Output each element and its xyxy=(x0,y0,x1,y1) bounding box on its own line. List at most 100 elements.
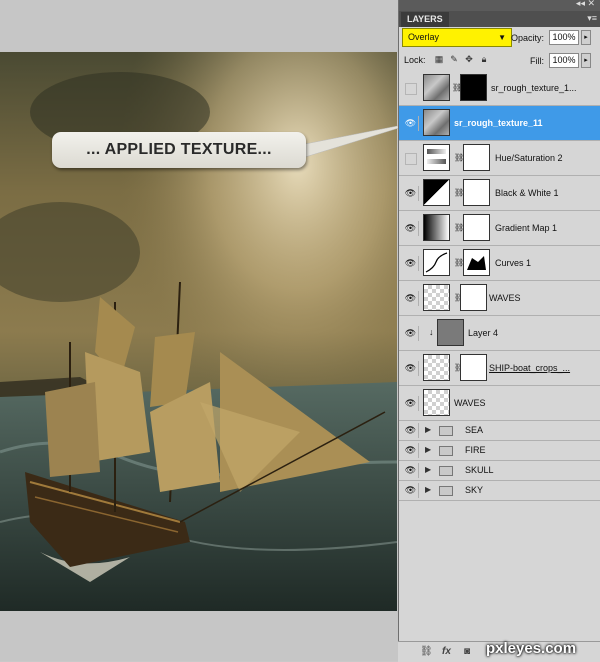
layer-row[interactable]: ⛓︎ Hue/Saturation 2 xyxy=(399,141,600,176)
layer-thumbnail xyxy=(423,74,450,101)
layer-mask-thumbnail[interactable] xyxy=(460,284,487,311)
layer-row[interactable]: 👁︎ ⛓︎ Black & White 1 xyxy=(399,176,600,211)
layer-mask-thumbnail[interactable] xyxy=(460,354,487,381)
lock-row: Lock: ▦ ✎ ✥ 🔒︎ Fill: 100% ▸ xyxy=(399,51,600,69)
layer-mask-thumbnail[interactable] xyxy=(463,179,490,206)
visibility-toggle[interactable] xyxy=(405,153,417,165)
layer-row[interactable]: 👁︎ ⛓︎ WAVES xyxy=(399,281,600,316)
folder-icon xyxy=(439,486,453,496)
blend-mode-value: Overlay xyxy=(408,32,440,42)
layer-name: Gradient Map 1 xyxy=(495,223,558,233)
folder-icon xyxy=(439,466,453,476)
hue-saturation-icon xyxy=(423,144,450,171)
annotation-callout: ... APPLIED TEXTURE... xyxy=(52,132,306,168)
layer-row[interactable]: ⛓︎ sr_rough_texture_1... xyxy=(399,71,600,106)
eye-icon[interactable]: 👁︎ xyxy=(403,423,419,438)
lock-position-icon[interactable]: ✥ xyxy=(464,54,474,64)
group-name: SEA xyxy=(465,425,484,435)
fill-slider-button[interactable]: ▸ xyxy=(581,53,591,68)
layer-list: ⛓︎ sr_rough_texture_1... 👁︎ sr_rough_tex… xyxy=(399,71,600,501)
layers-panel: ◂◂ ✕ LAYERS ▾≡ Overlay ▼ Opacity: 100% ▸… xyxy=(398,0,600,661)
opacity-slider-button[interactable]: ▸ xyxy=(581,30,591,45)
eye-icon[interactable]: 👁︎ xyxy=(403,483,419,498)
group-name: FIRE xyxy=(465,445,486,455)
link-layers-icon[interactable]: ⛓︎ xyxy=(420,646,433,657)
eye-icon[interactable]: 👁︎ xyxy=(403,256,419,271)
layer-name: WAVES xyxy=(454,398,486,408)
curves-graph-icon xyxy=(425,252,448,273)
expand-triangle-icon[interactable]: ▶ xyxy=(425,485,431,494)
layer-name: Black & White 1 xyxy=(495,188,559,198)
lock-label: Lock: xyxy=(404,55,426,65)
chevron-down-icon: ▼ xyxy=(498,33,506,42)
layer-group-row[interactable]: 👁︎ ▶ SKULL xyxy=(399,461,600,481)
layer-group-row[interactable]: 👁︎ ▶ FIRE xyxy=(399,441,600,461)
layer-thumbnail xyxy=(423,284,450,311)
link-icon[interactable]: ⛓︎ xyxy=(454,257,464,269)
fx-icon[interactable]: fx xyxy=(442,646,451,657)
lock-transparency-icon[interactable]: ▦ xyxy=(434,54,444,64)
watermark: pxleyes.com xyxy=(486,640,577,657)
layer-name: SHIP-boat_crops_... xyxy=(489,363,571,373)
eye-icon[interactable]: 👁︎ xyxy=(403,396,419,411)
layer-mask-thumbnail[interactable] xyxy=(463,214,490,241)
layer-group-row[interactable]: 👁︎ ▶ SEA xyxy=(399,421,600,441)
link-icon[interactable]: ⛓︎ xyxy=(452,82,462,94)
mask-shape-icon xyxy=(467,256,486,270)
link-icon[interactable]: ⛓︎ xyxy=(454,152,464,164)
layer-name: Curves 1 xyxy=(495,258,532,268)
visibility-toggle[interactable] xyxy=(405,83,417,95)
panel-menu-icon[interactable]: ▾≡ xyxy=(587,13,597,24)
eye-icon[interactable]: 👁︎ xyxy=(403,443,419,458)
eye-icon[interactable]: 👁︎ xyxy=(403,463,419,478)
layer-row-selected[interactable]: 👁︎ sr_rough_texture_11 xyxy=(399,106,600,141)
layer-name: sr_rough_texture_11 xyxy=(454,118,543,128)
layer-name: WAVES xyxy=(489,293,521,303)
eye-icon[interactable]: 👁︎ xyxy=(403,116,419,131)
tab-layers[interactable]: LAYERS xyxy=(401,12,449,27)
opacity-field[interactable]: 100% xyxy=(549,30,579,45)
eye-icon[interactable]: 👁︎ xyxy=(403,221,419,236)
layer-group-row[interactable]: 👁︎ ▶ SKY xyxy=(399,481,600,501)
eye-icon[interactable]: 👁︎ xyxy=(403,361,419,376)
group-name: SKY xyxy=(465,485,484,495)
expand-triangle-icon[interactable]: ▶ xyxy=(425,445,431,454)
layer-thumbnail xyxy=(437,319,464,346)
collapse-icon[interactable]: ◂◂ ✕ xyxy=(576,0,595,9)
curves-icon xyxy=(423,249,450,276)
panel-tab-row: LAYERS ▾≡ xyxy=(399,11,600,27)
layer-thumbnail xyxy=(423,389,450,416)
group-name: SKULL xyxy=(465,465,494,475)
layer-thumbnail xyxy=(423,109,450,136)
eye-icon[interactable]: 👁︎ xyxy=(403,186,419,201)
layer-mask-thumbnail[interactable] xyxy=(463,249,490,276)
link-icon[interactable]: ⛓︎ xyxy=(454,187,464,199)
link-icon[interactable]: ⛓︎ xyxy=(454,222,464,234)
layer-row[interactable]: 👁︎ ↓ Layer 4 xyxy=(399,316,600,351)
gradient-map-icon xyxy=(423,214,450,241)
fill-field[interactable]: 100% xyxy=(549,53,579,68)
layer-mask-thumbnail[interactable] xyxy=(460,74,487,101)
layer-row[interactable]: 👁︎ WAVES xyxy=(399,386,600,421)
eye-icon[interactable]: 👁︎ xyxy=(403,326,419,341)
layer-row[interactable]: 👁︎ ⛓︎ Gradient Map 1 xyxy=(399,211,600,246)
layer-name: Layer 4 xyxy=(468,328,499,338)
blend-mode-dropdown[interactable]: Overlay ▼ xyxy=(402,28,512,47)
layer-row[interactable]: 👁︎ ⛓︎ SHIP-boat_crops_... xyxy=(399,351,600,386)
folder-icon xyxy=(439,426,453,436)
expand-triangle-icon[interactable]: ▶ xyxy=(425,465,431,474)
add-mask-icon[interactable]: ◙ xyxy=(464,646,470,657)
layer-mask-thumbnail[interactable] xyxy=(463,144,490,171)
layer-name: Hue/Saturation 2 xyxy=(495,153,563,163)
lock-pixels-icon[interactable]: ✎ xyxy=(449,54,459,64)
clipping-arrow-icon: ↓ xyxy=(429,327,434,337)
opacity-label: Opacity: xyxy=(511,33,545,43)
eye-icon[interactable]: 👁︎ xyxy=(403,291,419,306)
layer-name: sr_rough_texture_1... xyxy=(491,83,577,93)
lock-all-icon[interactable]: 🔒︎ xyxy=(479,54,489,64)
expand-triangle-icon[interactable]: ▶ xyxy=(425,425,431,434)
folder-icon xyxy=(439,446,453,456)
layer-row[interactable]: 👁︎ ⛓︎ Curves 1 xyxy=(399,246,600,281)
black-white-icon xyxy=(423,179,450,206)
panel-title-bar[interactable]: ◂◂ ✕ xyxy=(399,0,600,11)
